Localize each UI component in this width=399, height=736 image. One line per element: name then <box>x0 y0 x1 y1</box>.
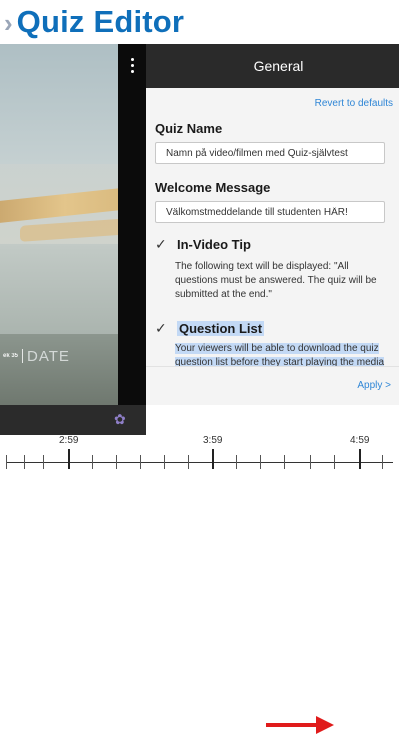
video-date-overlay: ek 35 DATE <box>0 344 118 368</box>
date-label: DATE <box>27 347 70 365</box>
checkmark-icon[interactable]: ✓ <box>155 320 169 337</box>
panel-side-strip <box>118 44 146 405</box>
timeline-label: 3:59 <box>203 435 223 446</box>
kebab-menu-icon[interactable] <box>123 52 141 78</box>
quiz-name-label: Quiz Name <box>155 121 223 136</box>
controls-filler <box>146 405 399 435</box>
date-week-label: ek 35 <box>3 353 19 359</box>
in-video-tip-description: The following text will be displayed: "A… <box>175 261 377 300</box>
page-header: › Quiz Editor <box>0 0 399 44</box>
in-video-tip-toggle[interactable]: ✓ In-Video Tip <box>155 236 251 253</box>
video-preview[interactable]: ek 35 DATE <box>0 44 118 405</box>
general-panel: General Revert to defaults Quiz Name Wel… <box>146 44 399 734</box>
page-title: Quiz Editor <box>16 4 185 39</box>
question-list-label: Question List <box>177 321 265 336</box>
panel-title: General <box>253 58 304 74</box>
checkmark-icon[interactable]: ✓ <box>155 236 169 253</box>
timeline[interactable]: 2:59 3:59 4:59 <box>0 435 399 483</box>
welcome-message-label: Welcome Message <box>155 180 271 195</box>
chevron-right-icon: › <box>4 7 13 38</box>
arrow-right-icon <box>266 716 334 734</box>
question-list-description-text: Your viewers will be able to download th… <box>175 343 385 368</box>
timeline-label: 4:59 <box>350 435 370 446</box>
quiz-name-input[interactable] <box>155 142 385 164</box>
panel-header: General <box>146 44 399 88</box>
timeline-label: 2:59 <box>59 435 79 446</box>
revert-defaults-link[interactable]: Revert to defaults <box>315 98 393 109</box>
apply-button[interactable]: Apply > <box>357 380 391 391</box>
apply-bar: Apply > <box>146 366 399 734</box>
gear-icon[interactable]: ✿ <box>114 411 126 428</box>
question-list-toggle[interactable]: ✓ Question List <box>155 320 265 337</box>
welcome-message-input[interactable] <box>155 201 385 223</box>
player-controls: ✿ <box>0 405 146 435</box>
in-video-tip-label: In-Video Tip <box>177 237 251 252</box>
